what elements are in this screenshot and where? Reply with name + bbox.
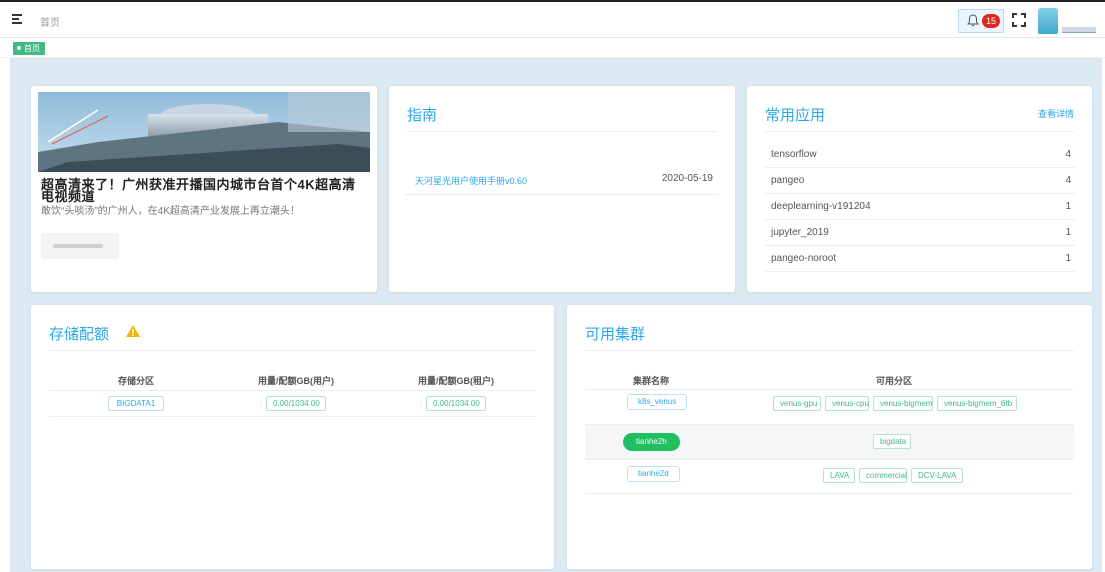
clusters-title: 可用集群	[585, 326, 646, 343]
bell-icon	[967, 14, 979, 30]
cluster-name-tag-active[interactable]: tianhe2h	[623, 433, 680, 451]
column-header-partition: 存储分区	[117, 376, 154, 386]
tags-view-bar: 首页	[0, 38, 1105, 58]
cluster-name-tag[interactable]: k8s_venus	[627, 394, 688, 410]
partition-tag[interactable]: venus-cpu	[825, 396, 869, 411]
app-count: 4	[1065, 175, 1071, 186]
fullscreen-icon[interactable]	[1012, 13, 1026, 27]
app-row[interactable]: tensorflow 4	[765, 142, 1075, 168]
table-header-line	[49, 390, 536, 391]
notification-badge: 15	[982, 14, 1001, 28]
guide-item[interactable]: 天河星光用户使用手册v0.60 2020-05-19	[405, 169, 719, 195]
app-name: pangeo	[771, 175, 805, 186]
app-count: 1	[1065, 201, 1071, 212]
warning-icon	[125, 324, 141, 338]
tag-home-label: 首页	[24, 44, 40, 53]
partition-tag[interactable]: venus-bigmem	[873, 396, 933, 411]
app-name: pangeo-noroot	[771, 253, 837, 264]
column-header-tenant-quota: 用量/配额GB(租户)	[418, 376, 494, 386]
cluster-name-tag[interactable]: tianhe2d	[627, 466, 680, 482]
partition-tag[interactable]: BIGDATA1	[108, 396, 164, 411]
app-name: deeplearning-v191204	[771, 201, 871, 212]
guide-title: 指南	[407, 107, 438, 124]
app-name: tensorflow	[771, 149, 817, 160]
app-count: 4	[1065, 149, 1071, 160]
partition-tag[interactable]: venus-gpu	[773, 396, 821, 411]
common-apps-card: 常用应用 查看详情 tensorflow 4 pangeo 4 deeplear…	[747, 86, 1092, 292]
partition-tag[interactable]: DCV-LAVA	[911, 468, 963, 483]
tag-home[interactable]: 首页	[13, 42, 45, 55]
column-header-user-quota: 用量/配额GB(用户)	[258, 376, 334, 386]
available-clusters-card: 可用集群 集群名称 可用分区 k8s_venus venus-gpu venus…	[567, 305, 1092, 569]
storage-quota-card: 存储配额 存储分区 用量/配额GB(用户) 用量/配额GB(租户) BIGDAT…	[31, 305, 554, 569]
partition-tag[interactable]: LAVA	[823, 468, 855, 483]
dashboard-main: 超高清来了！广州获准开播国内城市台首个4K超高清电视频道 敢饮“头啖汤”的广州人…	[10, 58, 1102, 572]
storage-title: 存储配额	[49, 326, 110, 343]
table-row-line	[49, 416, 536, 417]
app-row[interactable]: pangeo 4	[765, 168, 1075, 194]
divider	[765, 131, 1074, 132]
divider	[585, 350, 1074, 351]
table-row-line	[585, 493, 1074, 494]
app-row[interactable]: deeplearning-v191204 1	[765, 194, 1075, 220]
view-details-link[interactable]: 查看详情	[1038, 107, 1074, 120]
active-dot-icon	[17, 45, 21, 50]
user-name-blurred[interactable]	[1062, 27, 1096, 33]
guide-item-date: 2020-05-19	[661, 173, 713, 184]
apps-title: 常用应用	[765, 107, 826, 124]
news-card[interactable]: 超高清来了！广州获准开播国内城市台首个4K超高清电视频道 敢饮“头啖汤”的广州人…	[31, 86, 377, 292]
column-header-partitions: 可用分区	[876, 376, 913, 386]
user-quota-tag: 0.00/1034.00	[266, 396, 326, 411]
app-name: jupyter_2019	[771, 227, 829, 238]
news-summary: 敢饮“头啖汤”的广州人，在4K超高清产业发展上再立潮头！	[41, 206, 300, 217]
news-source-blurred	[41, 233, 119, 259]
column-header-cluster-name: 集群名称	[633, 376, 670, 386]
news-image[interactable]	[38, 92, 370, 172]
avatar[interactable]	[1038, 8, 1058, 34]
app-row[interactable]: pangeo-noroot 1	[765, 246, 1075, 272]
menu-toggle-icon[interactable]	[12, 14, 24, 24]
guide-item-link[interactable]: 天河星光用户使用手册v0.60	[415, 174, 527, 187]
breadcrumb[interactable]: 首页	[40, 14, 60, 29]
app-count: 1	[1065, 227, 1071, 238]
partition-tag[interactable]: venus-bigmem_6tb	[937, 396, 1017, 411]
divider	[407, 131, 717, 132]
partition-tag[interactable]: bigdata	[873, 434, 911, 449]
partition-tag[interactable]: commercial	[859, 468, 907, 483]
app-count: 1	[1065, 253, 1071, 264]
news-headline[interactable]: 超高清来了！广州获准开播国内城市台首个4K超高清电视频道	[41, 178, 361, 203]
app-row[interactable]: jupyter_2019 1	[765, 220, 1075, 246]
tenant-quota-tag: 0.00/1034.00	[426, 396, 486, 411]
divider	[49, 350, 536, 351]
top-header: 首页 15	[0, 0, 1105, 38]
guide-card: 指南 天河星光用户使用手册v0.60 2020-05-19	[389, 86, 735, 292]
notification-button[interactable]: 15	[958, 9, 1004, 33]
